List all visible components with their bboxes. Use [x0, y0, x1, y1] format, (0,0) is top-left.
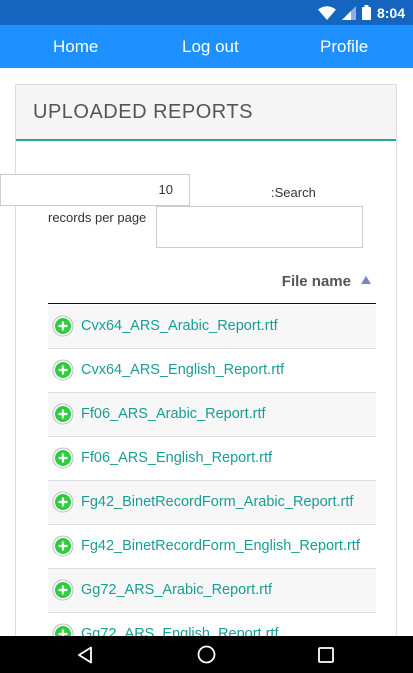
- status-icons: 8:04: [317, 3, 405, 22]
- table-row: Gg72_ARS_Arabic_Report.rtf: [48, 569, 376, 613]
- report-file-link[interactable]: Fg42_BinetRecordForm_English_Report.rtf: [81, 538, 360, 554]
- table-row: Fg42_BinetRecordForm_Arabic_Report.rtf: [48, 481, 376, 525]
- report-file-link[interactable]: Ff06_ARS_English_Report.rtf: [81, 450, 272, 466]
- recents-icon[interactable]: [311, 636, 341, 673]
- table-row: Cvx64_ARS_English_Report.rtf: [48, 349, 376, 393]
- battery-icon: [361, 5, 371, 20]
- nav-profile-link[interactable]: Profile: [320, 25, 368, 68]
- expand-row-icon[interactable]: [52, 491, 74, 513]
- panel-header: UPLOADED REPORTS: [16, 85, 396, 141]
- reports-table-body: Cvx64_ARS_Arabic_Report.rtf Cvx64_ARS_Eng…: [48, 305, 376, 657]
- records-per-page-select[interactable]: 10: [0, 174, 190, 206]
- file-name-column-header[interactable]: File name: [48, 262, 376, 304]
- top-navbar: Home Log out Profile: [0, 25, 413, 68]
- status-bar: 8:04: [0, 0, 413, 25]
- expand-row-icon[interactable]: [52, 535, 74, 557]
- wifi-icon: [317, 5, 336, 20]
- table-row: Ff06_ARS_Arabic_Report.rtf: [48, 393, 376, 437]
- expand-row-icon[interactable]: [52, 579, 74, 601]
- report-file-link[interactable]: Cvx64_ARS_Arabic_Report.rtf: [81, 318, 278, 334]
- panel-title: UPLOADED REPORTS: [33, 101, 253, 123]
- sort-ascending-icon: [361, 276, 371, 284]
- records-per-page-label: records per page: [48, 210, 147, 225]
- report-file-link[interactable]: Gg72_ARS_Arabic_Report.rtf: [81, 582, 272, 598]
- report-file-link[interactable]: Fg42_BinetRecordForm_Arabic_Report.rtf: [81, 494, 353, 510]
- home-circle-icon[interactable]: [191, 636, 221, 673]
- search-label: :Search: [271, 185, 316, 200]
- report-file-link[interactable]: Ff06_ARS_Arabic_Report.rtf: [81, 406, 266, 422]
- expand-row-icon[interactable]: [52, 315, 74, 337]
- expand-row-icon[interactable]: [52, 447, 74, 469]
- expand-row-icon[interactable]: [52, 403, 74, 425]
- nav-logout-link[interactable]: Log out: [182, 25, 239, 68]
- column-header-label: File name: [281, 273, 351, 290]
- table-row: Ff06_ARS_English_Report.rtf: [48, 437, 376, 481]
- android-nav-bar: [0, 636, 413, 673]
- back-icon[interactable]: [70, 636, 100, 673]
- nav-home-link[interactable]: Home: [53, 25, 98, 68]
- table-row: Fg42_BinetRecordForm_English_Report.rtf: [48, 525, 376, 569]
- expand-row-icon[interactable]: [52, 359, 74, 381]
- search-input[interactable]: [156, 206, 363, 248]
- status-time: 8:04: [376, 4, 405, 21]
- report-file-link[interactable]: Cvx64_ARS_English_Report.rtf: [81, 362, 284, 378]
- table-row: Cvx64_ARS_Arabic_Report.rtf: [48, 305, 376, 349]
- signal-icon: [341, 5, 356, 20]
